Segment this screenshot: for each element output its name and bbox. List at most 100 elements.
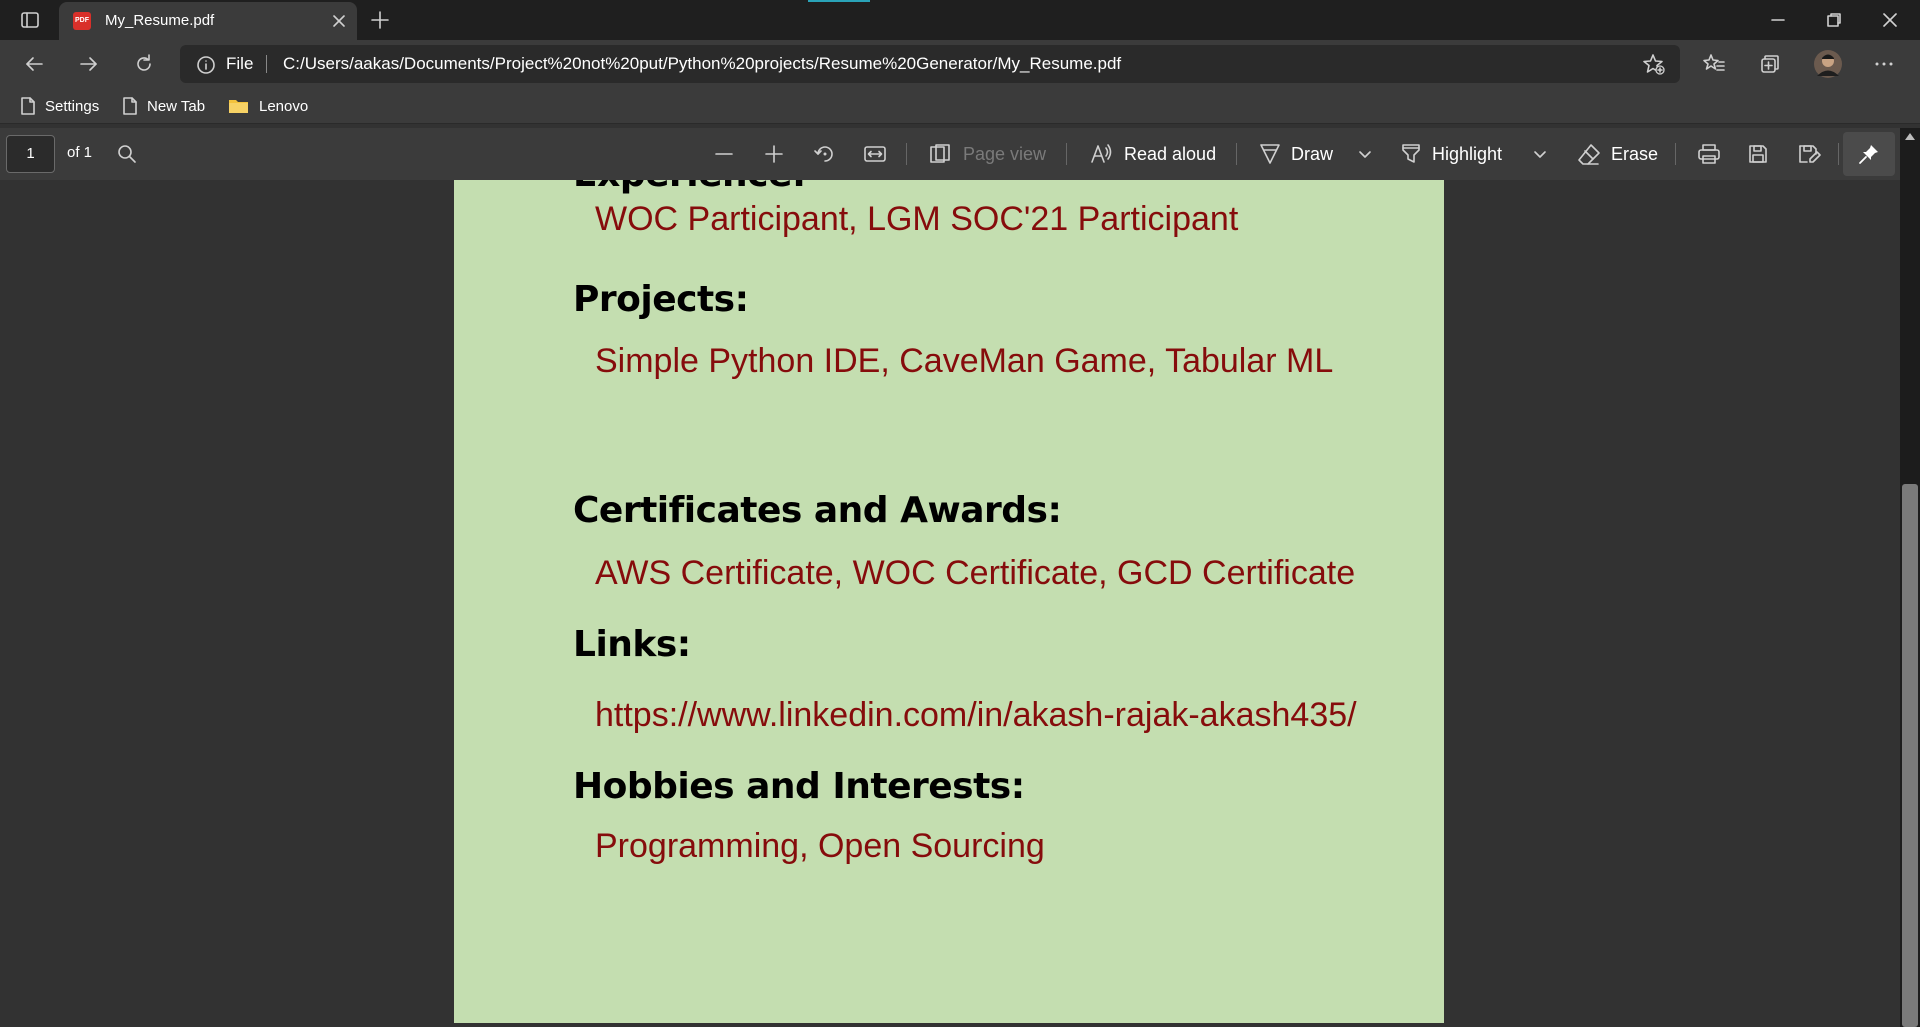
experience-heading: Experience: [573,180,806,195]
eraser-icon [1578,144,1600,165]
info-icon[interactable] [196,55,216,75]
url-scheme: File [226,54,254,73]
favorite-label: Lenovo [259,97,309,115]
tab-actions-icon [21,12,39,28]
draw-options-dropdown[interactable] [1358,138,1372,170]
plus-icon [765,145,783,163]
page-view-icon [930,144,950,163]
more-horizontal-icon [1875,62,1893,66]
profile-button[interactable] [1810,48,1846,80]
new-tab-button[interactable] [366,8,394,32]
zoom-in-button[interactable] [763,138,785,170]
collections-icon [1761,55,1779,73]
zoom-out-button[interactable] [713,138,735,170]
favorites-bar: Settings New Tab Lenovo [0,88,1920,124]
highlight-label: Highlight [1432,143,1503,164]
tab-close-button[interactable] [329,11,349,31]
page-icon [123,97,137,115]
certificates-value: AWS Certificate, WOC Certificate, GCD Ce… [595,554,1356,592]
save-icon [1749,145,1767,163]
save-as-button[interactable] [1797,138,1821,170]
tab-title: My_Resume.pdf [105,12,215,29]
highlight-options-dropdown[interactable] [1533,138,1547,170]
hobbies-heading: Hobbies and Interests: [573,766,1025,807]
vertical-scrollbar[interactable] [1900,128,1920,1027]
page-number-input[interactable]: 1 [6,135,55,173]
hobbies-value: Programming, Open Sourcing [595,827,1045,865]
read-aloud-icon [1091,144,1112,163]
tab-activity-indicator [808,0,870,2]
chevron-down-icon [1534,151,1546,158]
print-button[interactable] [1697,138,1721,170]
draw-icon [1260,144,1280,164]
tab-actions-button[interactable] [10,8,50,32]
arrow-left-icon [26,57,43,71]
restore-icon [1827,13,1841,27]
page-icon [21,97,35,115]
folder-icon [229,100,248,113]
favorite-settings[interactable]: Settings [20,95,99,117]
pdf-page: Experience: WOC Participant, LGM SOC'21 … [454,180,1444,1023]
page-count: of 1 [67,144,93,161]
experience-value: WOC Participant, LGM SOC'21 Participant [595,200,1239,238]
arrow-right-icon [80,57,97,71]
favorite-new-tab[interactable]: New Tab [122,95,205,117]
scroll-up-arrow-icon[interactable] [1905,133,1915,140]
close-window-button[interactable] [1862,0,1918,40]
rotate-icon [814,146,833,162]
favorites-icon [1703,54,1725,71]
plus-icon [371,11,389,29]
page-view-label: Page view [963,143,1047,164]
rotate-button[interactable] [813,138,837,170]
favorite-label: Settings [45,97,100,115]
draw-label: Draw [1291,143,1334,164]
find-button[interactable] [116,138,138,170]
minimize-icon [1771,19,1785,21]
refresh-button[interactable] [126,48,162,80]
settings-and-more-button[interactable] [1866,48,1902,80]
projects-value: Simple Python IDE, CaveMan Game, Tabular… [595,342,1334,380]
minimize-button[interactable] [1750,0,1806,40]
fit-width-icon [864,146,886,162]
add-favorite-icon[interactable] [1642,53,1666,75]
avatar [1814,50,1842,78]
address-bar[interactable]: File C:/Users/aakas/Documents/Project%20… [180,45,1680,83]
back-button[interactable] [16,48,52,80]
pdf-file-icon: PDF [73,12,91,30]
favorites-button[interactable] [1696,48,1732,80]
favorite-lenovo[interactable]: Lenovo [228,95,308,117]
linkedin-link[interactable]: https://www.linkedin.com/in/akash-rajak-… [595,696,1357,735]
forward-button[interactable] [71,48,107,80]
pin-icon [1859,145,1878,164]
pin-toolbar-button[interactable] [1843,132,1895,176]
read-aloud-button[interactable]: Read aloud [1090,138,1216,170]
search-icon [118,145,136,163]
toolbar-divider [1838,143,1839,165]
restore-button[interactable] [1806,0,1862,40]
draw-button[interactable]: Draw [1259,138,1333,170]
links-heading: Links: [573,624,691,665]
page-view-button[interactable]: Page view [929,138,1046,170]
tab-my-resume[interactable]: PDF My_Resume.pdf [59,2,357,40]
erase-label: Erase [1611,143,1659,164]
toolbar-divider [906,143,907,165]
certificates-heading: Certificates and Awards: [573,490,1062,531]
collections-button[interactable] [1752,48,1788,80]
toolbar-divider [1236,143,1237,165]
refresh-icon [137,54,151,71]
fit-to-width-button[interactable] [863,138,887,170]
save-button[interactable] [1747,138,1769,170]
toolbar-divider [1675,143,1676,165]
url-separator [266,55,267,73]
pdf-toolbar: 1 of 1 Page view Read aloud Draw Highlig… [0,128,1900,180]
close-icon [1883,13,1897,27]
minus-icon [715,153,733,155]
projects-heading: Projects: [573,279,749,320]
navigation-bar: File C:/Users/aakas/Documents/Project%20… [0,40,1920,88]
scrollbar-thumb[interactable] [1902,484,1918,1027]
chevron-down-icon [1359,151,1371,158]
highlight-button[interactable]: Highlight [1400,138,1502,170]
save-as-icon [1799,145,1821,163]
url-text[interactable]: C:/Users/aakas/Documents/Project%20not%2… [283,54,1121,74]
erase-button[interactable]: Erase [1577,138,1658,170]
